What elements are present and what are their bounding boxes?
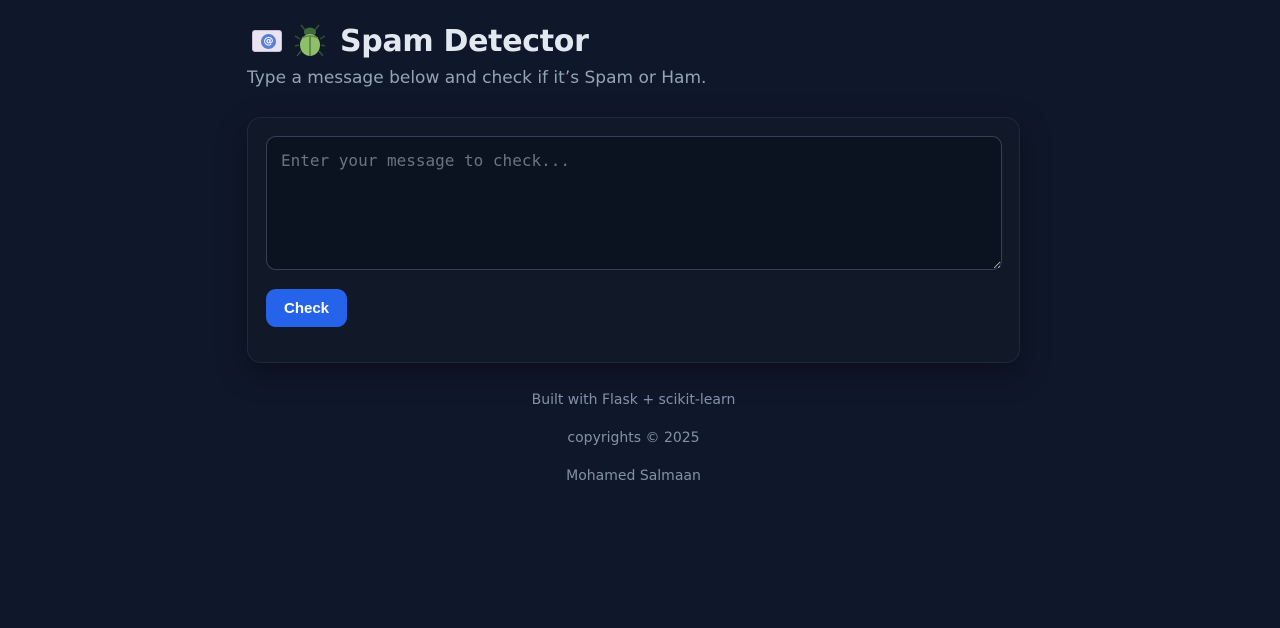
check-button[interactable]: Check (266, 289, 347, 327)
page-subtitle: Type a message below and check if it’s S… (247, 68, 707, 88)
input-card: Check (247, 117, 1020, 363)
message-input[interactable] (266, 136, 1002, 270)
footer-copyright: copyrights © 2025 (567, 430, 700, 446)
email-icon: @ (252, 30, 282, 52)
footer-author: Mohamed Salmaan (566, 468, 701, 484)
header: @ Spam Detector (252, 20, 589, 62)
page-title: Spam Detector (340, 23, 589, 59)
bug-icon (294, 24, 326, 57)
footer-built-with: Built with Flask + scikit-learn (531, 392, 736, 408)
